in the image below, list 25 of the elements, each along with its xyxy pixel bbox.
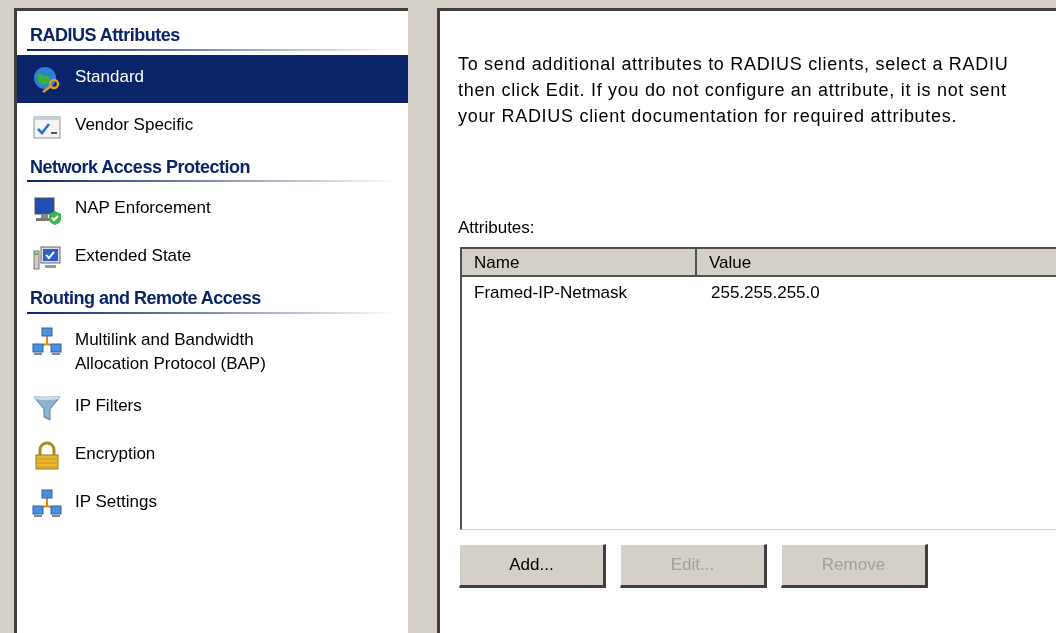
sidebar-item[interactable]: IP Settings	[17, 479, 408, 528]
section-heading: Network Access Protection	[30, 156, 250, 177]
monitor-check-icon	[32, 195, 62, 225]
column-header[interactable]: Value	[697, 248, 1056, 277]
description-text: then click Edit. If you do not configure an attribute, it is not sent	[458, 79, 1007, 102]
padlock-icon	[32, 440, 62, 471]
sidebar-item[interactable]: Encryption	[17, 431, 408, 480]
sidebar-item[interactable]: IP Filters	[17, 383, 408, 432]
action-button[interactable]: Add...	[459, 543, 606, 588]
sidebar-item[interactable]: Vendor Specific	[17, 102, 408, 151]
table-cell: 255.255.255.0	[711, 282, 820, 302]
table-cell: Framed-IP-Netmask	[474, 282, 628, 302]
section-heading: RADIUS Attributes	[30, 25, 180, 45]
computer-icon	[32, 243, 62, 273]
description-text: your RADIUS client documentation for required attributes.	[458, 105, 958, 128]
sidebar-item[interactable]: Extended State	[17, 234, 408, 282]
attributes-label: Attributes:	[458, 217, 535, 239]
section-heading: Routing and Remote Access	[30, 288, 261, 308]
network-icon	[32, 326, 62, 357]
sidebar-item[interactable]: Standard	[17, 54, 408, 103]
network-icon	[32, 488, 62, 519]
sidebar-item[interactable]: NAP Enforcement	[17, 186, 408, 234]
sidebar-item[interactable]: Multilink and Bandwidth Allocation Protocol (BAP)	[17, 317, 408, 384]
description-text: To send additional attributes to RADIUS clients, select a RADIU	[458, 53, 1009, 76]
column-header[interactable]: Name	[462, 248, 697, 277]
